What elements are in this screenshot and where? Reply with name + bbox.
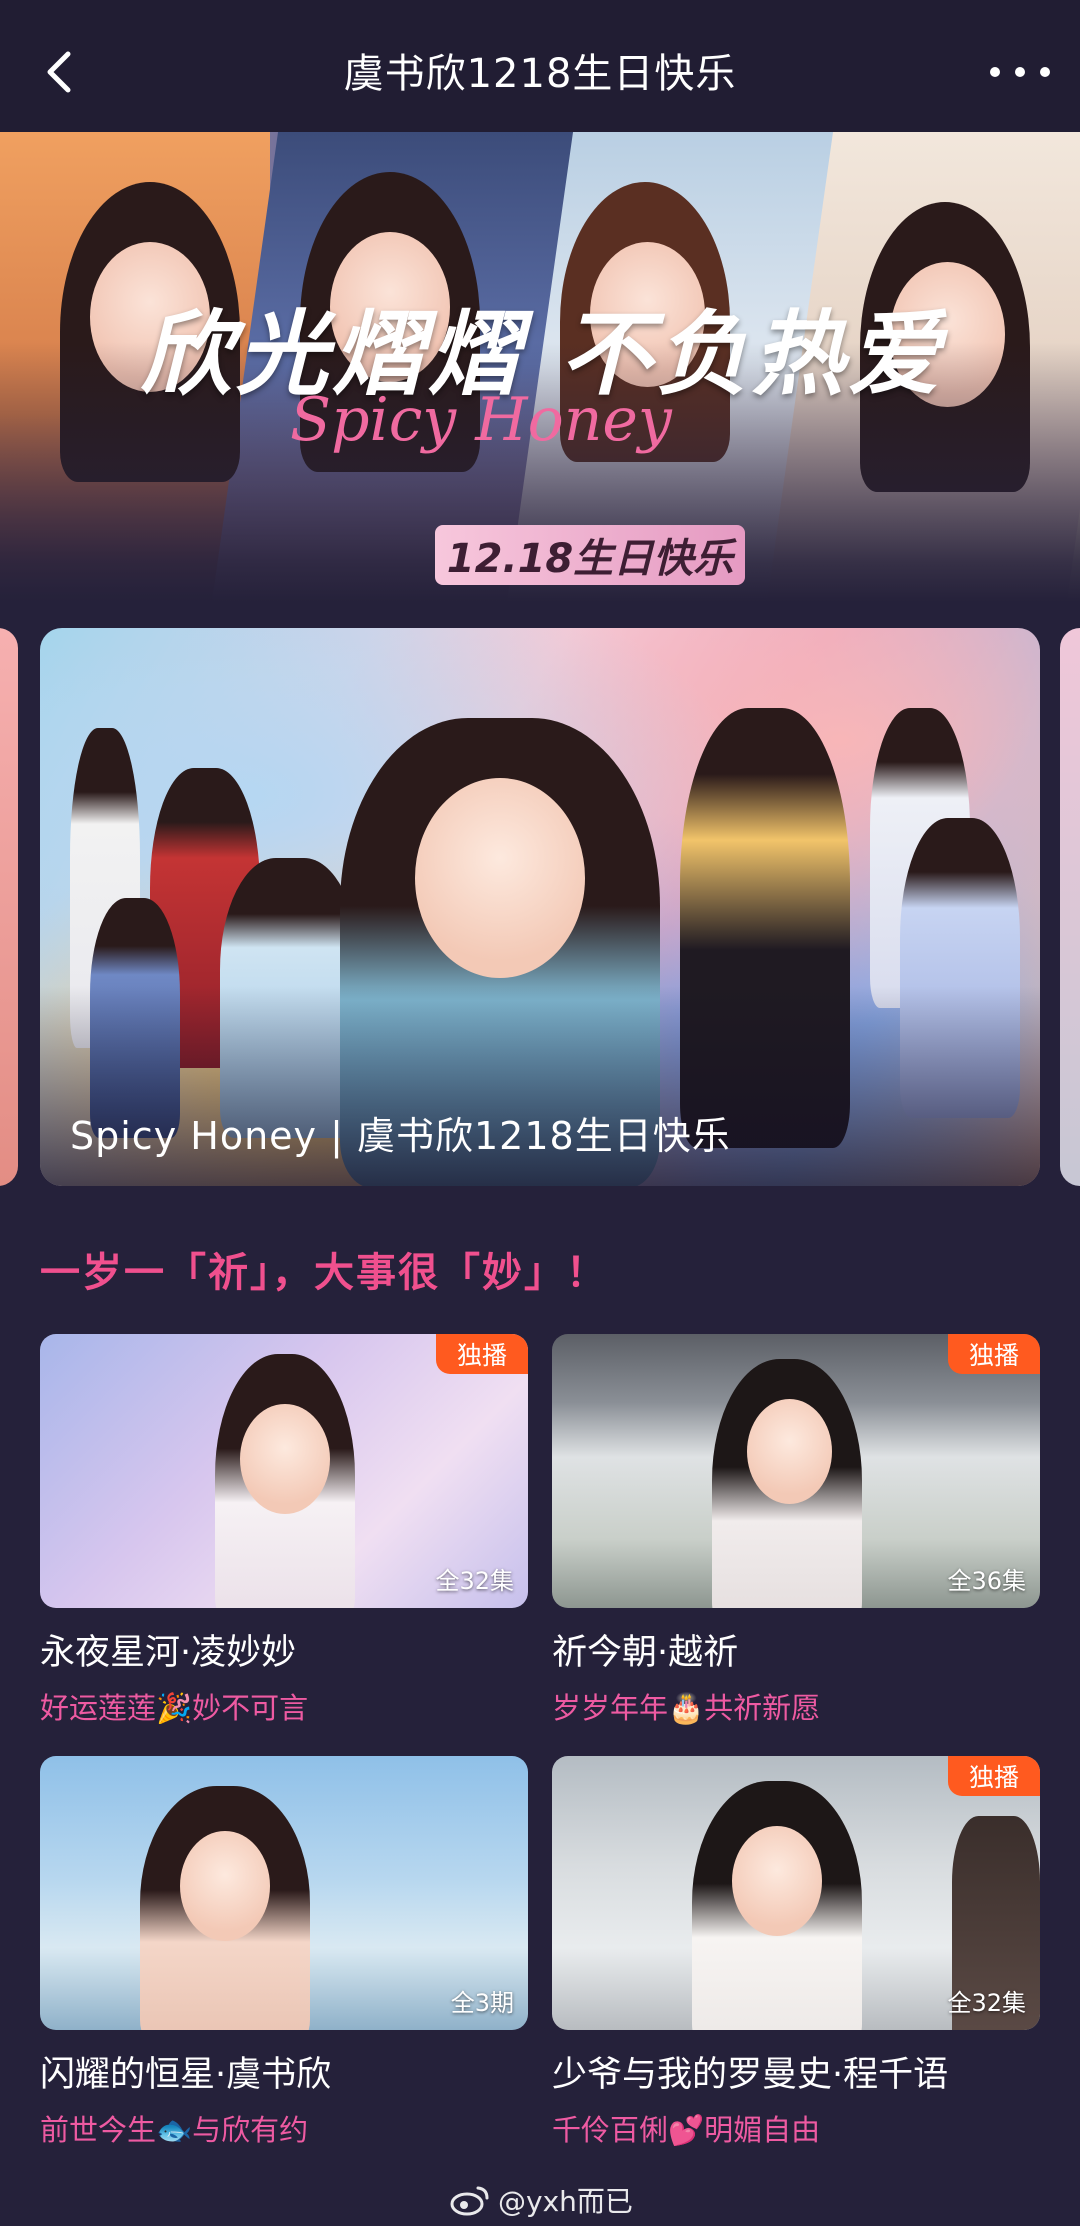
weibo-icon [450, 2186, 489, 2216]
drama-subtitle: 好运莲莲🎉妙不可言 [40, 1691, 309, 1725]
exclusive-badge: 独播 [948, 1334, 1040, 1374]
episode-count: 全3期 [450, 1989, 514, 2017]
drama-title: 祈今朝·越祈 [552, 1633, 739, 1673]
drama-card[interactable]: 独播 全32集 少爷与我的罗曼史·程千语 千伶百俐💕明媚自由 [552, 1756, 1040, 2149]
drama-card[interactable]: 全3期 闪耀的恒星·虞书欣 前世今生🐟与欣有约 [40, 1756, 528, 2149]
drama-title: 少爷与我的罗曼史·程千语 [552, 2055, 949, 2095]
exclusive-badge: 独播 [436, 1334, 528, 1374]
carousel-caption: Spicy Honey | 虞书欣1218生日快乐 [70, 1114, 731, 1158]
page-title: 虞书欣1218生日快乐 [343, 51, 737, 97]
more-dot-icon [1040, 67, 1050, 77]
hero-date-badge: 12.18生日快乐 [435, 525, 745, 585]
portrait-face [415, 778, 585, 978]
carousel-prev-card[interactable] [0, 628, 18, 1186]
drama-title: 永夜星河·凌妙妙 [40, 1633, 297, 1673]
drama-subtitle: 前世今生🐟与欣有约 [40, 2113, 309, 2147]
weibo-watermark: @yxh而已 [450, 2180, 633, 2220]
person-face [732, 1826, 822, 1936]
drama-card[interactable]: 独播 全32集 永夜星河·凌妙妙 好运莲莲🎉妙不可言 [40, 1334, 528, 1727]
more-dot-icon [990, 67, 1000, 77]
hero-brand-script: Spicy Honey [290, 385, 672, 455]
person-face [747, 1399, 832, 1504]
nav-bar: 虞书欣1218生日快乐 [0, 0, 1080, 140]
chevron-left-icon [47, 51, 71, 93]
carousel-card[interactable]: Spicy Honey | 虞书欣1218生日快乐 [40, 628, 1040, 1186]
drama-subtitle: 岁岁年年🎂共祈新愿 [552, 1691, 821, 1725]
drama-card[interactable]: 独播 全36集 祈今朝·越祈 岁岁年年🎂共祈新愿 [552, 1334, 1040, 1727]
person-face [180, 1831, 270, 1941]
more-dot-icon [1015, 67, 1025, 77]
episode-count: 全32集 [947, 1989, 1026, 2017]
section-title: 一岁一「祈」，大事很「妙」！ [40, 1250, 608, 1296]
drama-subtitle: 千伶百俐💕明媚自由 [552, 2113, 821, 2147]
drama-thumbnail: 独播 全32集 [40, 1334, 528, 1608]
carousel-next-card[interactable] [1060, 628, 1080, 1186]
exclusive-badge: 独播 [948, 1756, 1040, 1796]
back-button[interactable] [36, 46, 88, 98]
drama-thumbnail: 独播 全36集 [552, 1334, 1040, 1608]
watermark-text: @yxh而已 [498, 2185, 633, 2218]
episode-count: 全36集 [947, 1567, 1026, 1595]
drama-thumbnail: 独播 全32集 [552, 1756, 1040, 2030]
episode-count: 全32集 [435, 1567, 514, 1595]
more-options-button[interactable] [990, 50, 1050, 94]
drama-thumbnail: 全3期 [40, 1756, 528, 2030]
person-face [240, 1404, 330, 1514]
drama-title: 闪耀的恒星·虞书欣 [40, 2055, 332, 2095]
